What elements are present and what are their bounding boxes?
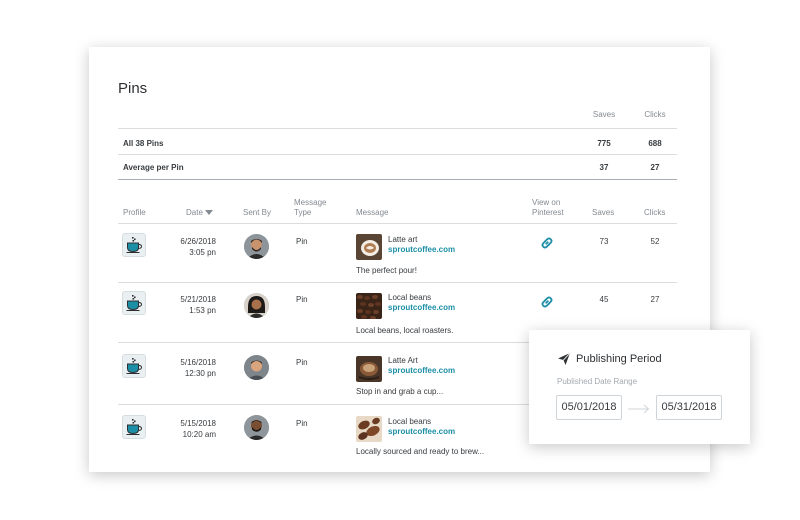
row-date-day: 5/16/2018 [180, 358, 216, 367]
row-saves: 73 [599, 237, 609, 246]
row-message-link[interactable]: sproutcoffee.com [388, 245, 455, 254]
row-message-title: Local beans [388, 417, 432, 426]
panel-title: Pins [118, 80, 148, 97]
row-saves: 45 [599, 295, 609, 304]
publishing-period-popover: Publishing Period Published Date Range 0… [529, 330, 750, 444]
message-thumbnail[interactable] [356, 416, 382, 442]
avatar [244, 293, 269, 318]
row-date-day: 5/21/2018 [180, 295, 216, 304]
row-message-type: Pin [296, 237, 308, 246]
row-date-time: 1:53 pn [189, 306, 216, 315]
row-date-time: 10:20 am [182, 430, 216, 439]
row-message-title: Latte art [388, 235, 418, 244]
row-message-body: Stop in and grab a cup... [356, 387, 444, 396]
coffee-cup-icon [122, 354, 146, 378]
row-date-time: 3:05 pn [189, 248, 216, 257]
divider [118, 154, 677, 155]
row-date: 5/21/2018 1:53 pn [174, 294, 216, 316]
message-thumbnail[interactable] [356, 356, 382, 382]
row-date-day: 5/15/2018 [180, 419, 216, 428]
sort-descending-icon [204, 210, 213, 215]
start-date-field[interactable]: 05/01/2018 [556, 395, 622, 420]
col-header-date-label: Date [186, 208, 203, 217]
avatar [244, 355, 269, 380]
row-message-link[interactable]: sproutcoffee.com [388, 303, 455, 312]
summary-header-clicks: Clicks [644, 110, 666, 119]
paper-plane-icon [557, 352, 571, 366]
row-message-type: Pin [296, 295, 308, 304]
divider [118, 128, 677, 129]
col-header-view-line2: Pinterest [532, 208, 564, 217]
message-thumbnail[interactable] [356, 234, 382, 260]
summary-clicks-all: 688 [648, 139, 662, 148]
coffee-cup-icon [122, 233, 146, 257]
row-message-link[interactable]: sproutcoffee.com [388, 427, 455, 436]
coffee-cup-icon [122, 415, 146, 439]
col-header-message[interactable]: Message [356, 208, 388, 218]
row-date-time: 12:30 pn [184, 369, 216, 378]
end-date-field[interactable]: 05/31/2018 [656, 395, 722, 420]
divider [118, 404, 558, 405]
row-message-body: The perfect pour! [356, 266, 417, 275]
coffee-cup-icon [122, 291, 146, 315]
row-message-body: Locally sourced and ready to brew... [356, 447, 485, 456]
summary-label-average: Average per Pin [123, 163, 184, 172]
row-message-body: Local beans, local roasters. [356, 326, 454, 335]
summary-saves-average: 37 [599, 163, 609, 172]
divider [118, 282, 677, 283]
col-header-clicks[interactable]: Clicks [644, 208, 665, 218]
row-message-title: Local beans [388, 293, 432, 302]
summary-saves-all: 775 [597, 139, 611, 148]
row-date-day: 6/26/2018 [180, 237, 216, 246]
row-message-type: Pin [296, 358, 308, 367]
avatar [244, 234, 269, 259]
link-icon[interactable] [540, 295, 554, 309]
col-header-view-on-pinterest[interactable]: View on Pinterest [532, 198, 564, 218]
divider [118, 223, 677, 224]
col-header-view-line1: View on [532, 198, 561, 207]
divider [118, 342, 558, 343]
summary-clicks-average: 27 [650, 163, 660, 172]
col-header-message-type-line1: Message [294, 198, 327, 207]
row-date: 5/16/2018 12:30 pn [174, 357, 216, 379]
col-header-profile[interactable]: Profile [123, 208, 146, 218]
row-message-type: Pin [296, 419, 308, 428]
divider [118, 179, 677, 180]
col-header-saves[interactable]: Saves [592, 208, 614, 218]
row-clicks: 27 [650, 295, 660, 304]
summary-header-saves: Saves [592, 110, 616, 119]
summary-label-all: All 38 Pins [123, 139, 164, 148]
col-header-sent-by[interactable]: Sent By [243, 208, 271, 218]
popover-title: Publishing Period [576, 353, 662, 365]
col-header-message-type-line2: Type [294, 208, 312, 217]
arrow-right-icon [627, 402, 651, 414]
row-date: 5/15/2018 10:20 am [174, 418, 216, 440]
avatar [244, 415, 269, 440]
row-clicks: 52 [650, 237, 660, 246]
col-header-message-type[interactable]: Message Type [294, 198, 326, 218]
col-header-date[interactable]: Date [186, 208, 213, 218]
row-message-title: Latte Art [388, 356, 418, 365]
message-thumbnail[interactable] [356, 293, 382, 319]
row-date: 6/26/2018 3:05 pn [174, 236, 216, 258]
row-message-link[interactable]: sproutcoffee.com [388, 366, 455, 375]
link-icon[interactable] [540, 236, 554, 250]
popover-subtitle: Published Date Range [557, 377, 638, 386]
